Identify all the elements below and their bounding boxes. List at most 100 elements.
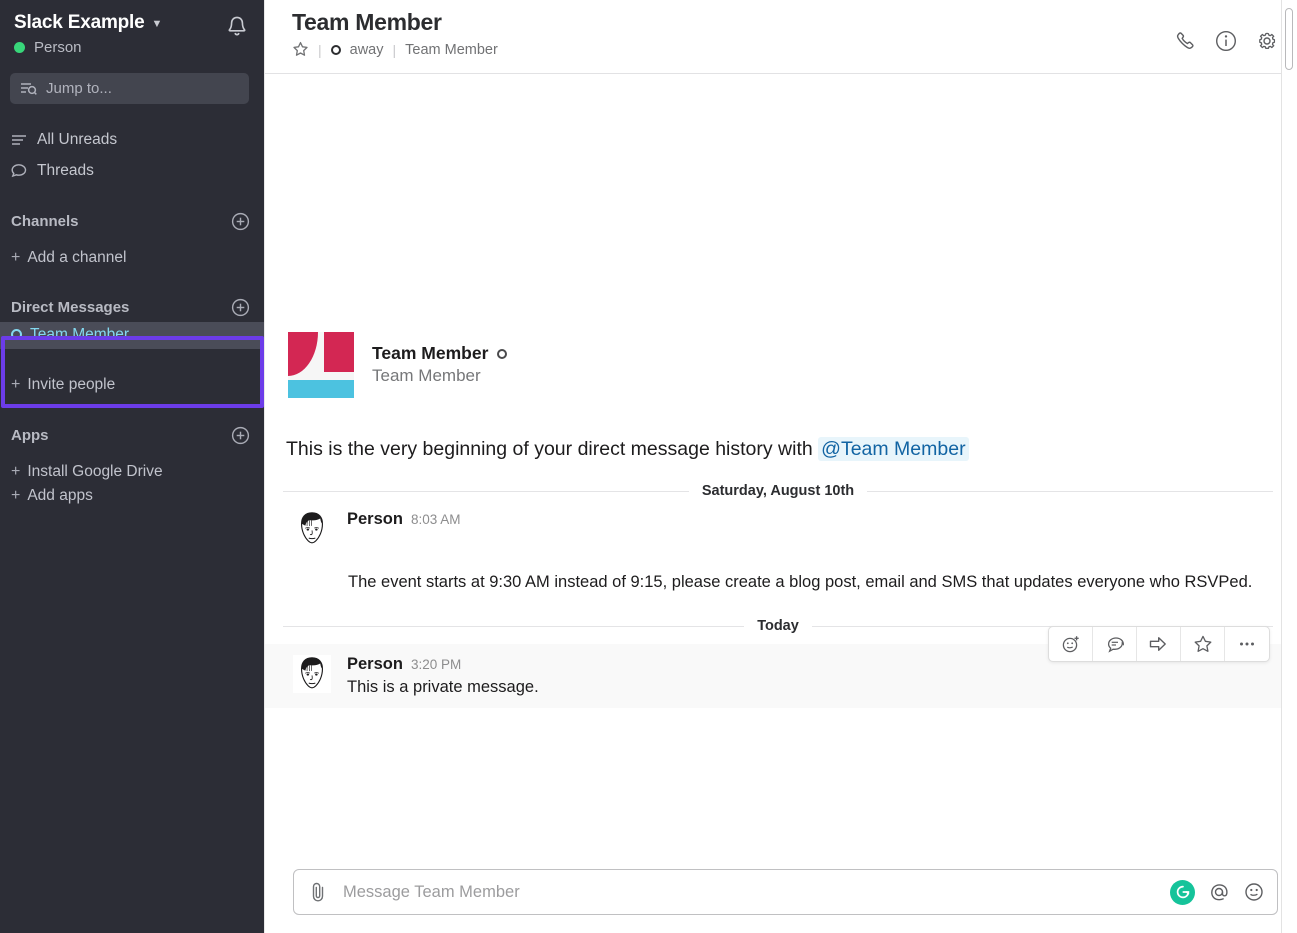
date-divider: Saturday, August 10th [283, 483, 1273, 499]
search-placeholder: Jump to... [46, 80, 112, 97]
emoji-icon[interactable] [1243, 881, 1265, 903]
sidebar-nav: All Unreads Threads [0, 124, 264, 187]
sidebar-item-dm-team-member[interactable]: Team Member [0, 322, 264, 349]
conversation-header-text: Team Member | away | Team Member [292, 9, 498, 58]
presence-label: away [350, 42, 384, 58]
scrollbar-thumb[interactable] [1285, 8, 1293, 70]
sidebar-item-label: Add apps [27, 487, 93, 505]
person-face-avatar[interactable] [293, 655, 331, 693]
sidebar-item-add-apps[interactable]: + Add apps [0, 484, 264, 508]
message-meta: Person 8:03 AM [347, 510, 1273, 529]
sidebar-item-label: Threads [37, 159, 94, 182]
star-outline-icon[interactable] [292, 41, 309, 58]
avatar-shape-quarter [288, 332, 318, 376]
divider-rule [283, 491, 689, 492]
away-ring-icon [497, 349, 507, 359]
date-divider-label[interactable]: Saturday, August 10th [689, 483, 867, 499]
team-header: Slack Example ▼ Person [0, 0, 264, 60]
message-timestamp[interactable]: 3:20 PM [411, 657, 461, 672]
mention-link[interactable]: @Team Member [818, 437, 968, 461]
message-hover-toolbar [1048, 626, 1270, 662]
plus-circle-icon[interactable] [231, 426, 250, 445]
apps-group-title: Apps [11, 427, 49, 444]
sidebar-item-threads[interactable]: Threads [0, 155, 264, 186]
at-mention-icon[interactable] [1208, 881, 1230, 903]
team-name: Slack Example [14, 12, 144, 34]
plus-circle-icon[interactable] [231, 298, 250, 317]
gear-icon[interactable] [1255, 29, 1279, 53]
sidebar-item-label: Invite people [27, 376, 115, 394]
divider-rule [283, 626, 744, 627]
date-divider-label[interactable]: Today [744, 618, 812, 634]
intro-history-text: This is the very beginning of your direc… [285, 438, 1297, 461]
apps-group-header[interactable]: Apps [0, 423, 264, 448]
composer-actions [1170, 880, 1265, 905]
separator: | [393, 42, 397, 58]
sidebar-item-label: Add a channel [27, 249, 126, 267]
search-input[interactable]: Jump to... [10, 73, 249, 104]
team-block[interactable]: Slack Example ▼ Person [14, 12, 162, 56]
current-user[interactable]: Person [14, 39, 162, 56]
sidebar-item-all-unreads[interactable]: All Unreads [0, 124, 264, 155]
grammarly-icon[interactable] [1170, 880, 1195, 905]
intro-display-name[interactable]: Team Member [372, 343, 488, 364]
page-title: Team Member [292, 9, 498, 36]
bell-icon[interactable] [224, 14, 250, 40]
paperclip-icon[interactable] [308, 881, 328, 903]
current-user-name: Person [34, 39, 82, 56]
sidebar-item-add-channel[interactable]: + Add a channel [0, 246, 264, 270]
presence-active-icon [14, 42, 25, 53]
search-list-icon [20, 81, 37, 96]
add-reaction-icon[interactable] [1049, 627, 1093, 661]
message-timestamp[interactable]: 8:03 AM [411, 512, 461, 527]
message-author[interactable]: Person [347, 510, 403, 529]
avatar-shape-band [288, 380, 354, 398]
plus-sign: + [11, 249, 20, 267]
away-ring-icon [11, 329, 22, 340]
channels-group-header[interactable]: Channels [0, 209, 264, 234]
message-composer[interactable]: Message Team Member [293, 869, 1278, 915]
header-actions [1175, 9, 1279, 53]
sidebar-item-invite-people[interactable]: + Invite people [0, 373, 264, 397]
conversation-subheader: | away | Team Member [292, 41, 498, 58]
team-switcher[interactable]: Slack Example ▼ [14, 12, 162, 34]
dm-group: Direct Messages Team Member [0, 293, 264, 349]
message-body: Person 3:20 PM This is a private message… [347, 655, 1273, 699]
message-text: This is a private message. [347, 676, 1273, 699]
dm-group-title: Direct Messages [11, 299, 129, 316]
vertical-scrollbar[interactable] [1281, 0, 1297, 933]
call-icon[interactable] [1175, 30, 1197, 52]
unreads-icon [11, 134, 27, 146]
composer-area: Message Team Member [265, 855, 1297, 933]
plus-sign: + [11, 376, 20, 394]
avatar-shape-rect [324, 332, 354, 372]
intro-name-row: Team Member [372, 343, 507, 364]
message-row[interactable]: Person 3:20 PM This is a private message… [265, 644, 1297, 707]
plus-circle-icon[interactable] [231, 212, 250, 231]
message-row[interactable]: Person 8:03 AM The event starts at 9:30 … [265, 499, 1297, 594]
conversation-intro: Team Member Team Member This is the very… [265, 74, 1297, 461]
message-author[interactable]: Person [347, 655, 403, 674]
dm-group-header[interactable]: Direct Messages [0, 293, 264, 322]
intro-profile: Team Member Team Member [285, 332, 1297, 398]
more-actions-icon[interactable] [1225, 627, 1269, 661]
sidebar-item-label: Team Member [30, 326, 129, 344]
person-face-avatar[interactable] [293, 510, 331, 548]
star-message-icon[interactable] [1181, 627, 1225, 661]
message-list[interactable]: Team Member Team Member This is the very… [265, 74, 1297, 855]
share-message-icon[interactable] [1137, 627, 1181, 661]
sidebar-item-install-google-drive[interactable]: + Install Google Drive [0, 460, 264, 484]
intro-history-prefix: This is the very beginning of your direc… [286, 438, 818, 460]
apps-group: Apps + Install Google Drive + Add apps [0, 423, 264, 508]
intro-username: Team Member [372, 366, 507, 386]
plus-sign: + [11, 463, 20, 481]
sidebar-item-label: Install Google Drive [27, 463, 162, 481]
conversation-header: Team Member | away | Team Member [265, 0, 1297, 74]
info-icon[interactable] [1214, 29, 1238, 53]
team-member-avatar[interactable] [288, 332, 354, 398]
divider-rule [867, 491, 1273, 492]
sidebar-item-label: All Unreads [37, 128, 117, 151]
plus-sign: + [11, 487, 20, 505]
reply-thread-icon[interactable] [1093, 627, 1137, 661]
main-panel: Team Member | away | Team Member [264, 0, 1297, 933]
